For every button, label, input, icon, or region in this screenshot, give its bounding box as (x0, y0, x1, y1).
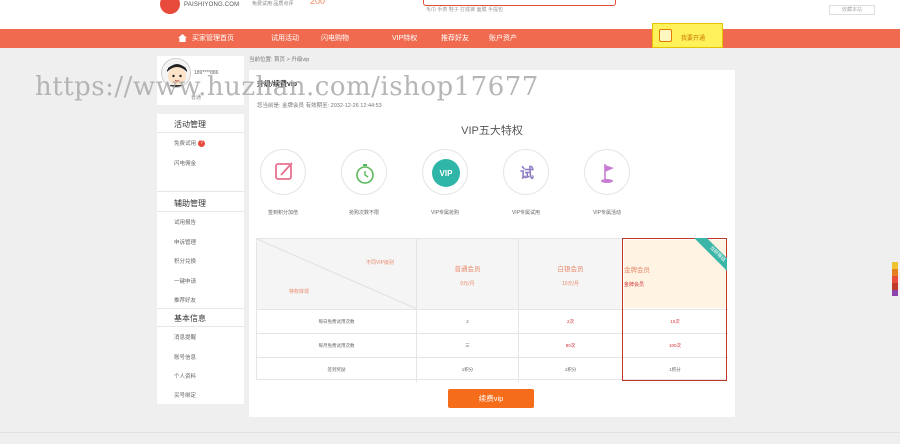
sidebar-item-flash-commission[interactable]: 闪电佣金 (174, 159, 196, 167)
main-nav: 买家管理首页 试用活动 闪电购物 VIP特权 推荐好友 账户资产 (0, 29, 900, 48)
menu-divider (157, 308, 244, 309)
diag-top-label: 不同VIP级别 (365, 260, 394, 266)
nav-item-assets[interactable]: 账户资产 (489, 29, 517, 48)
table-cell: 1积分 (519, 358, 623, 382)
sidebar-item-label: 免费试用 (174, 141, 197, 147)
logo-text: PAISHIYONG.COM (184, 2, 240, 8)
table-corner-header: 不同VIP级别 特权体现 (257, 239, 417, 309)
diag-bottom-label: 特权体现 (289, 289, 310, 295)
sidebar-item-appeal[interactable]: 申诉管理 (174, 238, 196, 246)
vip-table-wrapper: 不同VIP级别 特权体现 普通会员 0元/月 白银会员 10元/月 每日免费试用… (249, 70, 735, 417)
nav-item-vip[interactable]: VIP特权 (392, 29, 417, 48)
renew-vip-button[interactable]: 续费vip (448, 389, 534, 408)
footer-divider (0, 432, 900, 433)
sidebar: 189****886 普通 活动管理 免费试用? 闪电佣金 辅助管理 试用报告 … (157, 56, 244, 404)
promo-number: 200 (310, 0, 326, 6)
side-color-strip (892, 262, 898, 296)
gift-icon (659, 29, 672, 42)
home-icon (178, 34, 187, 42)
open-vip-label: 我要开通 (681, 36, 706, 42)
menu-group-assist: 辅助管理 (174, 199, 206, 208)
column-name: 普通会员 (454, 266, 481, 273)
slogan: 免费试用 品质点评 (252, 1, 294, 7)
sidebar-item-points[interactable]: 积分兑换 (174, 257, 196, 265)
menu-group-basic: 基本信息 (174, 314, 206, 323)
nav-item-buyer-home[interactable]: 买家管理首页 (192, 29, 234, 48)
logo-mark (160, 0, 180, 14)
table-cell: 80次 (519, 334, 623, 358)
menu-divider (157, 191, 244, 192)
hot-words[interactable]: 毛巾 手表 鞋子 打底裤 面膜 手提包 (426, 6, 503, 13)
menu-divider (157, 326, 244, 327)
table-cell: 三 (417, 334, 519, 358)
table-cell: 2次 (519, 310, 623, 334)
column-header-regular: 普通会员 0元/月 (417, 239, 519, 309)
menu-group-activity: 活动管理 (174, 120, 206, 129)
sidebar-item-quick-apply[interactable]: 一键申请 (174, 277, 196, 285)
column-price: 0元/月 (460, 281, 475, 287)
site-logo[interactable]: PAISHIYONG.COM (160, 0, 240, 14)
table-cell: 1积分 (417, 358, 519, 382)
ribbon-label: 当前等级 (689, 238, 727, 278)
bookmark-link[interactable]: 收藏本站 (829, 5, 875, 15)
row-label: 签到奖励 (257, 358, 417, 382)
column-name: 白银会员 (557, 266, 584, 273)
breadcrumb: 当前位置: 首页 > 升级vip (249, 57, 310, 63)
sidebar-item-bind-account[interactable]: 买号绑定 (174, 391, 196, 399)
nav-item-flash[interactable]: 闪电购物 (321, 29, 349, 48)
sidebar-item-free-trial[interactable]: 免费试用? (174, 139, 206, 148)
sidebar-item-report[interactable]: 试用报告 (174, 218, 196, 226)
row-label: 每月免费试用次数 (257, 334, 417, 358)
sidebar-menu: 活动管理 免费试用? 闪电佣金 辅助管理 试用报告 申诉管理 积分兑换 一键申请… (157, 114, 244, 404)
menu-divider (157, 132, 244, 133)
nav-item-trial[interactable]: 试用活动 (271, 29, 299, 48)
sidebar-item-profile[interactable]: 个人资料 (174, 372, 196, 380)
nav-item-invite[interactable]: 推荐好友 (441, 29, 469, 48)
diagonal-line (257, 239, 416, 309)
sidebar-item-account[interactable]: 账号信息 (174, 353, 196, 361)
top-header: PAISHIYONG.COM 免费试用 品质点评 200 毛巾 手表 鞋子 打底… (0, 0, 900, 29)
open-vip-button[interactable]: 我要开通 (652, 23, 723, 48)
sidebar-item-invite[interactable]: 推荐好友 (174, 296, 196, 304)
column-header-silver: 白银会员 10元/月 (519, 239, 623, 309)
watermark: https://www.huzhan.com/ishop17677 (35, 72, 539, 102)
menu-divider (157, 211, 244, 212)
notification-badge: ? (198, 140, 206, 148)
row-label: 每日免费试用次数 (257, 310, 417, 334)
current-level-ribbon: 当前等级 (678, 238, 727, 278)
sidebar-item-messages[interactable]: 消息提醒 (174, 333, 196, 341)
table-cell: 2 (417, 310, 519, 334)
column-price: 10元/月 (562, 281, 579, 287)
